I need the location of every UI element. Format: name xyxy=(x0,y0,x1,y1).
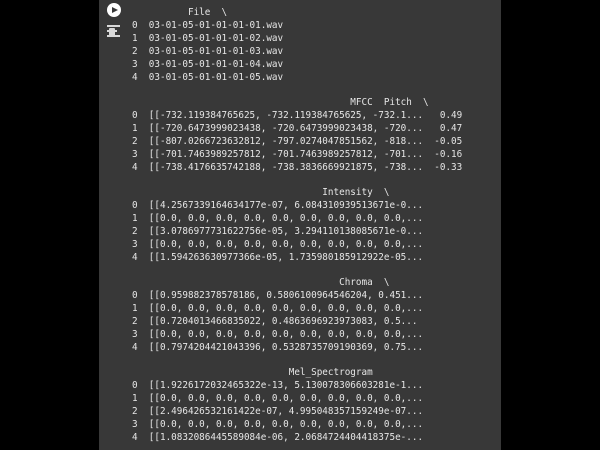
output-row: 0 [[0.959882378578186, 0.580610096454620… xyxy=(132,290,424,301)
run-cell-button[interactable] xyxy=(107,3,121,17)
output-row: 4 [[0.7974204421043396, 0.53287357091903… xyxy=(132,342,424,353)
column-header-chroma: Chroma \ xyxy=(132,277,390,288)
output-row: 1 [[0.0, 0.0, 0.0, 0.0, 0.0, 0.0, 0.0, 0… xyxy=(132,213,424,224)
output-row: 2 [[0.7204013466835022, 0.48636969239730… xyxy=(132,316,418,327)
output-row: 4 [[-738.4176635742188, -738.38366699218… xyxy=(132,162,463,173)
output-row: 3 [[0.0, 0.0, 0.0, 0.0, 0.0, 0.0, 0.0, 0… xyxy=(132,239,424,250)
column-header-mel-spectrogram: Mel_Spectrogram xyxy=(132,367,373,378)
output-row: 4 [[1.0832086445589084e-06, 2.0684724404… xyxy=(132,432,424,443)
column-header-file: File \ xyxy=(132,7,228,18)
output-row: 2 03-01-05-01-01-01-03.wav xyxy=(132,46,284,57)
output-row: 2 [[-807.0266723632812, -797.02740478515… xyxy=(132,136,463,147)
output-row: 0 [[-732.119384765625, -732.119384765625… xyxy=(132,110,463,121)
output-row: 1 03-01-05-01-01-01-02.wav xyxy=(132,33,284,44)
output-row: 2 [[2.496426532161422e-07, 4.99504835715… xyxy=(132,406,424,417)
output-row: 3 [[0.0, 0.0, 0.0, 0.0, 0.0, 0.0, 0.0, 0… xyxy=(132,419,424,430)
column-header-mfcc-pitch: MFCC Pitch \ xyxy=(132,97,429,108)
output-row: 2 [[3.0786977731622756e-05, 3.2941101380… xyxy=(132,226,424,237)
output-row: 3 [[-701.7463989257812, -701.74639892578… xyxy=(132,149,463,160)
column-header-intensity: Intensity \ xyxy=(132,187,390,198)
output-row: 0 [[4.2567339164634177e-07, 6.0843109395… xyxy=(132,200,424,211)
output-row: 0 [[1.9226172032465322e-13, 5.1300783066… xyxy=(132,380,424,391)
output-row: 4 [[1.594263630977366e-05, 1.73598018591… xyxy=(132,252,424,263)
output-row: 4 03-01-05-01-01-01-05.wav xyxy=(132,72,284,83)
output-options-icon[interactable] xyxy=(107,24,122,38)
output-row: 1 [[0.0, 0.0, 0.0, 0.0, 0.0, 0.0, 0.0, 0… xyxy=(132,303,424,314)
output-row: 3 03-01-05-01-01-01-04.wav xyxy=(132,59,284,70)
output-row: 3 [[0.0, 0.0, 0.0, 0.0, 0.0, 0.0, 0.0, 0… xyxy=(132,329,424,340)
output-row: 0 03-01-05-01-01-01-01.wav xyxy=(132,20,284,31)
output-row: 1 [[-720.6473999023438, -720.64739990234… xyxy=(132,123,463,134)
output-row: 1 [[0.0, 0.0, 0.0, 0.0, 0.0, 0.0, 0.0, 0… xyxy=(132,393,424,404)
